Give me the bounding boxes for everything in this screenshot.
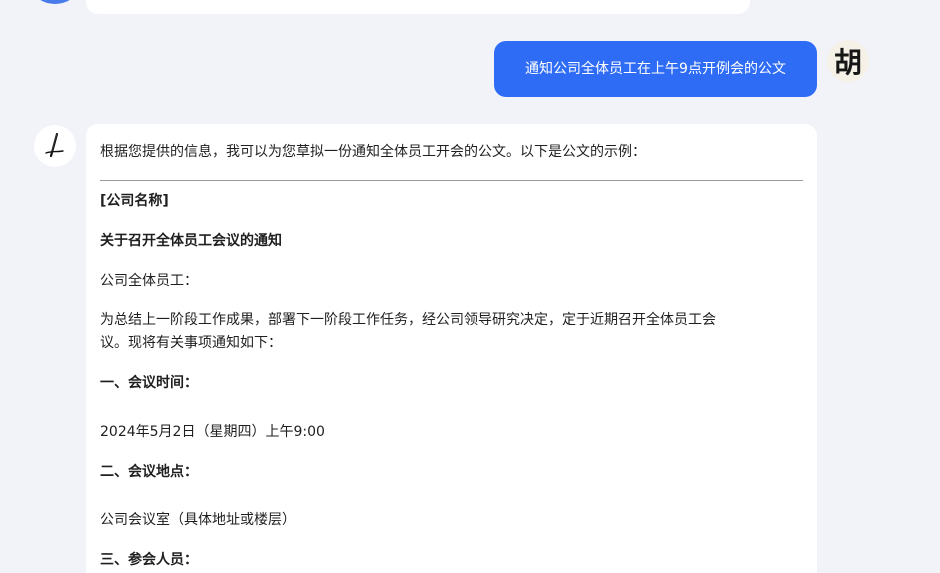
section2-heading: 二、会议地点： [100, 464, 198, 480]
divider [100, 180, 803, 181]
company-name: [公司名称] [100, 193, 169, 209]
section2-value: 公司会议室（具体地址或楼层） [100, 512, 296, 528]
previous-message-bubble [86, 0, 750, 14]
section3-heading: 三、参会人员： [100, 552, 198, 568]
body-line-2: 议。现将有关事项通知如下： [100, 335, 282, 351]
section1-value: 2024年5月2日（星期四）上午9:00 [100, 424, 325, 440]
quill-pen-icon [45, 132, 64, 158]
assistant-intro: 根据您提供的信息，我可以为您草拟一份通知全体员工开会的公文。以下是公文的示例： [100, 144, 646, 160]
user-message-text: 通知公司全体员工在上午9点开例会的公文 [525, 61, 786, 77]
notice-title: 关于召开全体员工会议的通知 [100, 233, 282, 249]
chat-thread: 通知公司全体员工在上午9点开例会的公文 胡 根据您提供的信息，我可以为您草拟一份… [0, 0, 940, 573]
salutation: 公司全体员工： [100, 273, 198, 289]
assistant-avatar [34, 125, 76, 167]
section1-heading: 一、会议时间： [100, 375, 198, 391]
user-message-bubble: 通知公司全体员工在上午9点开例会的公文 [494, 41, 817, 97]
user-avatar[interactable]: 胡 [827, 40, 869, 82]
user-avatar-char: 胡 [833, 46, 862, 79]
assistant-message-bubble: 根据您提供的信息，我可以为您草拟一份通知全体员工开会的公文。以下是公文的示例： … [86, 124, 817, 573]
body-line-1: 为总结上一阶段工作成果，部署下一阶段工作任务，经公司领导研究决定，定于近期召开全… [100, 312, 716, 328]
previous-message-avatar [34, 0, 76, 4]
